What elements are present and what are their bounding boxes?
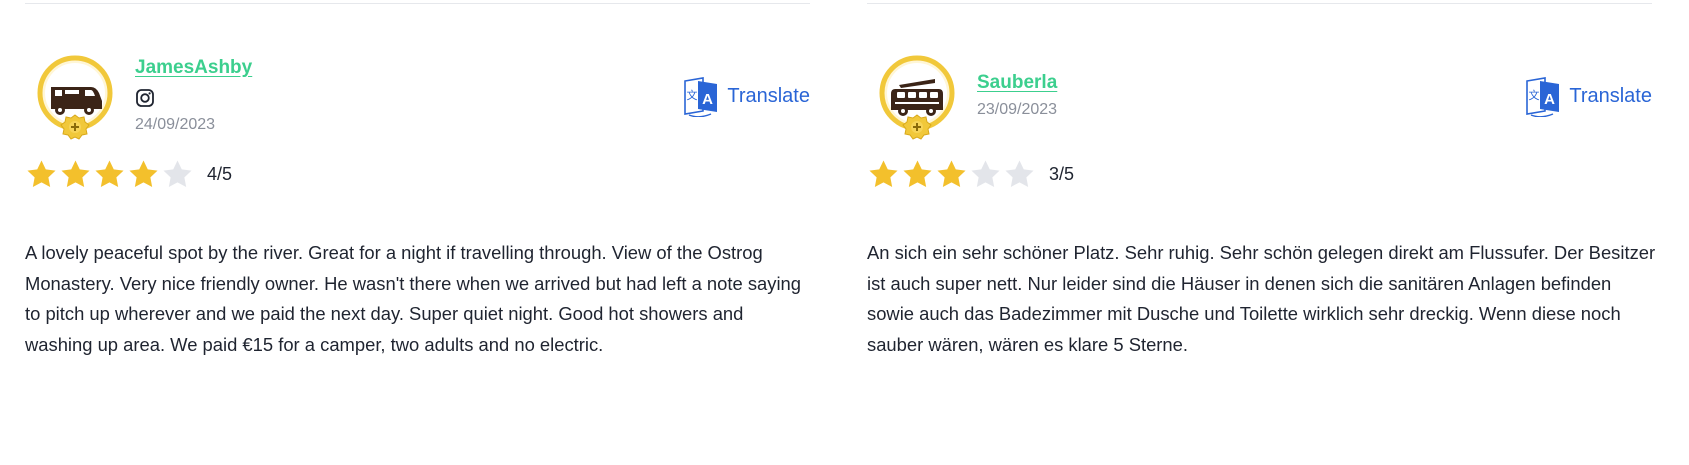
svg-text:文: 文	[1529, 88, 1540, 102]
translate-icon: A 文	[684, 77, 718, 117]
username-link[interactable]: Sauberla	[977, 72, 1057, 94]
review-date: 24/09/2023	[135, 116, 216, 133]
avatar[interactable]	[879, 55, 955, 147]
svg-text:A: A	[1544, 91, 1555, 108]
star-filled-icon	[61, 160, 90, 188]
star-filled-icon	[869, 160, 898, 188]
star-empty-icon	[971, 160, 1000, 188]
translate-label: Translate	[1569, 84, 1652, 107]
star-filled-icon	[129, 160, 158, 188]
translate-icon: A 文	[1526, 77, 1560, 117]
star-filled-icon	[27, 160, 56, 188]
review-card: JamesAshby 24/09/2023 A 文 Translate 4/5 …	[25, 0, 810, 465]
rating-value: 4/5	[207, 164, 233, 184]
pop-top-camper-badge-icon	[879, 55, 955, 140]
translate-button[interactable]: A 文 Translate	[683, 74, 810, 118]
star-empty-icon	[1005, 160, 1034, 188]
review-text: An sich ein sehr schöner Platz. Sehr ruh…	[867, 242, 1656, 355]
translate-label: Translate	[727, 84, 810, 107]
star-filled-icon	[903, 160, 932, 188]
rating-value: 3/5	[1049, 164, 1075, 184]
svg-text:A: A	[702, 91, 713, 108]
review-card: Sauberla 23/09/2023 A 文 Translate 3/5 An…	[867, 0, 1655, 465]
translate-button[interactable]: A 文 Translate	[1525, 74, 1652, 118]
van-badge-icon	[37, 55, 113, 140]
star-filled-icon	[937, 160, 966, 188]
divider	[25, 3, 810, 4]
avatar[interactable]	[37, 55, 113, 147]
star-rating: 4/5	[25, 158, 232, 191]
username-link[interactable]: JamesAshby	[135, 57, 252, 79]
instagram-icon[interactable]	[135, 88, 155, 108]
review-date: 23/09/2023	[977, 101, 1058, 118]
svg-text:文: 文	[687, 88, 698, 102]
star-filled-icon	[95, 160, 124, 188]
star-rating: 3/5	[867, 158, 1074, 191]
star-empty-icon	[163, 160, 192, 188]
review-text: A lovely peaceful spot by the river. Gre…	[25, 242, 801, 355]
divider	[867, 3, 1652, 4]
